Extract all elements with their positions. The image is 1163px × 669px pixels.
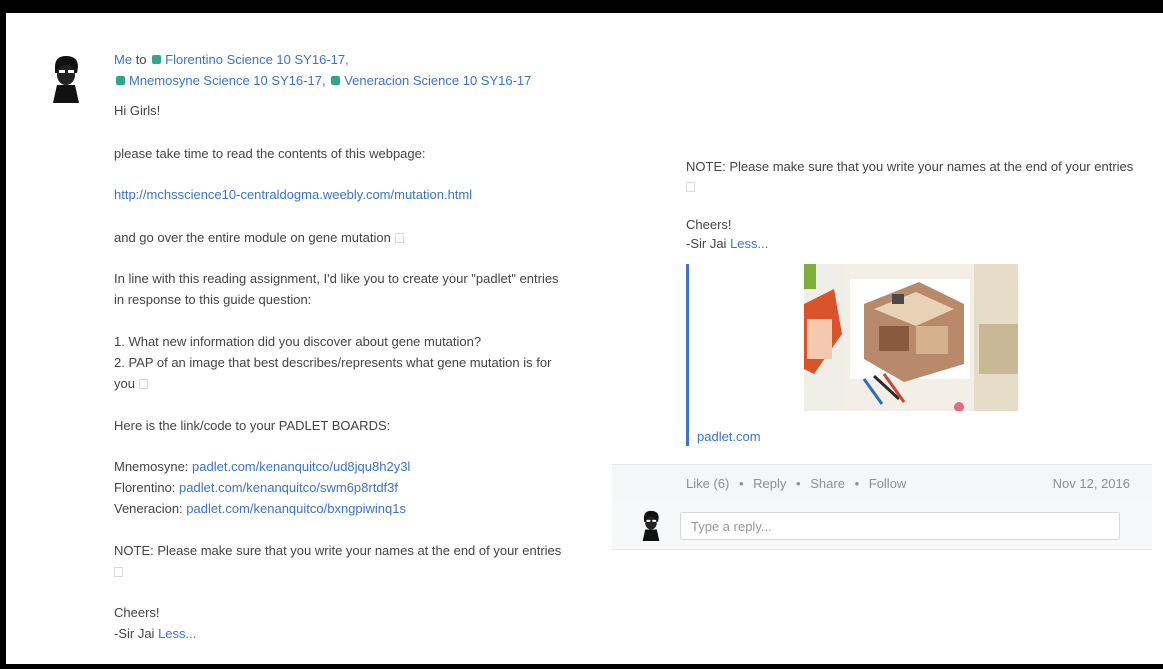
paragraph-3-line2: in response to this guide question: [114, 292, 312, 307]
boards-intro: Here is the link/code to your PADLET BOA… [114, 418, 391, 433]
link-preview-bar [686, 264, 689, 446]
post-date: Nov 12, 2016 [1052, 476, 1130, 491]
share-button[interactable]: Share [810, 476, 845, 491]
board-link-veneracion[interactable]: padlet.com/kenanquitco/bxngpiwinq1s [186, 501, 406, 516]
greeting: Hi Girls! [114, 103, 161, 118]
webpage-link[interactable]: http://mchsscience10-centraldogma.weebly… [114, 187, 472, 202]
separator: • [738, 476, 744, 491]
board-row: Veneracion: padlet.com/kenanquitco/bxngp… [114, 499, 406, 519]
signature: -Sir Jai [114, 626, 155, 641]
reply-row [612, 503, 1152, 550]
user-avatar [640, 509, 662, 541]
group-icon [331, 76, 341, 85]
emoji-glyph [686, 182, 695, 192]
right-less-link[interactable]: Less... [730, 236, 768, 251]
like-button[interactable]: Like (6) [686, 476, 729, 491]
board-name: Florentino: [114, 480, 176, 495]
paragraph-2: and go over the entire module on gene mu… [114, 230, 391, 245]
board-name: Mnemosyne: [114, 459, 189, 474]
board-row: Mnemosyne: padlet.com/kenanquitco/ud8jqu… [114, 457, 410, 477]
question-1: 1. What new information did you discover… [114, 334, 482, 349]
post-actions-bar: Like (6) • Reply • Share • Follow Nov 12… [612, 464, 1152, 505]
separator: • [796, 476, 801, 491]
right-note: NOTE: Please make sure that you write yo… [686, 159, 1134, 174]
preview-image[interactable] [804, 264, 1018, 411]
board-row: Florentino: padlet.com/kenanquitco/swm6p… [114, 478, 398, 498]
question-2-line2-row: you [114, 374, 148, 394]
recipient-mnemosyne[interactable]: Mnemosyne Science 10 SY16-17, [129, 73, 326, 88]
paragraph-1: please take time to read the contents of… [114, 146, 426, 161]
post-header: Me to Florentino Science 10 SY16-17, [114, 50, 349, 70]
follow-button[interactable]: Follow [869, 476, 907, 491]
paragraph-3-line1: In line with this reading assignment, I'… [114, 271, 559, 286]
author-link[interactable]: Me [114, 52, 132, 67]
right-signature: -Sir Jai [686, 236, 727, 251]
preview-link[interactable]: padlet.com [697, 429, 761, 444]
board-link-florentino[interactable]: padlet.com/kenanquitco/swm6p8rtdf3f [179, 480, 398, 495]
reply-input[interactable] [680, 512, 1120, 540]
question-2-line1: 2. PAP of an image that best describes/r… [114, 355, 552, 370]
question-2-line2: you [114, 376, 135, 391]
reply-button[interactable]: Reply [753, 476, 786, 491]
recipient-florentino[interactable]: Florentino Science 10 SY16-17, [165, 52, 349, 67]
right-cheers: Cheers! [686, 217, 732, 232]
signature-row: -Sir Jai Less... [114, 624, 196, 644]
emoji-glyph [114, 567, 123, 577]
to-word: to [135, 52, 147, 67]
recipient-veneracion[interactable]: Veneracion Science 10 SY16-17 [344, 73, 531, 88]
cheers: Cheers! [114, 605, 160, 620]
emoji-glyph [138, 379, 148, 389]
note: NOTE: Please make sure that you write yo… [114, 543, 562, 558]
right-signature-row: -Sir Jai Less... [686, 234, 768, 254]
board-name: Veneracion: [114, 501, 183, 516]
author-avatar[interactable] [49, 53, 83, 103]
post-header-line2: Mnemosyne Science 10 SY16-17, Veneracion… [114, 71, 531, 91]
less-link[interactable]: Less... [158, 626, 196, 641]
separator: • [854, 476, 860, 491]
group-icon [116, 76, 125, 85]
post-container: Me to Florentino Science 10 SY16-17, Mne… [6, 13, 1163, 664]
group-icon [152, 55, 162, 64]
paragraph-2-row: and go over the entire module on gene mu… [114, 228, 404, 248]
actions-row: Like (6) • Reply • Share • Follow [686, 474, 906, 494]
emoji-glyph [394, 233, 404, 243]
board-link-mnemosyne[interactable]: padlet.com/kenanquitco/ud8jqu8h2y3l [192, 459, 410, 474]
